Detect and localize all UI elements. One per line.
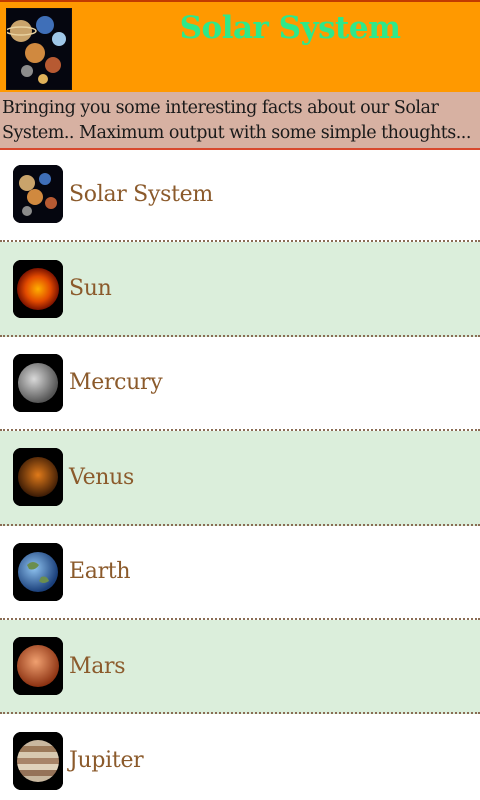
mars-icon (13, 637, 63, 696)
list-item-sun[interactable]: Sun (0, 242, 480, 337)
list-item-jupiter[interactable]: Jupiter (0, 714, 480, 800)
mercury-icon (13, 353, 63, 412)
jupiter-icon (13, 731, 63, 790)
app-title: Solar System (179, 10, 401, 46)
list-item-label: Mercury (69, 370, 163, 396)
list-item-venus[interactable]: Venus (0, 431, 480, 526)
list-item-mars[interactable]: Mars (0, 619, 480, 715)
list-item-solar-system[interactable]: Solar System (0, 148, 480, 243)
app-screen: Solar System Bringing you some interesti… (0, 0, 480, 800)
tagline-line-2: System.. Maximum output with some simple… (2, 123, 471, 143)
list-item-label: Sun (69, 276, 112, 302)
list-item-label: Mars (69, 653, 126, 679)
list-item-label: Jupiter (69, 748, 144, 774)
tagline-line-1: Bringing you some interesting facts abou… (2, 98, 439, 118)
list-item-label: Earth (69, 559, 131, 585)
list-item-mercury[interactable]: Mercury (0, 337, 480, 432)
venus-icon (13, 448, 63, 507)
list-item-label: Venus (69, 464, 135, 490)
list-item-earth[interactable]: Earth (0, 526, 480, 620)
solar-system-logo-icon (6, 8, 72, 90)
sun-icon (13, 259, 63, 318)
tagline: Bringing you some interesting facts abou… (0, 92, 480, 150)
earth-icon (13, 542, 63, 601)
app-header: Solar System (0, 0, 480, 92)
solar-system-icon (13, 165, 63, 224)
list-item-label: Solar System (69, 181, 213, 207)
planet-list: Solar System Sun Mercury Venus Earth Mar… (0, 148, 480, 800)
